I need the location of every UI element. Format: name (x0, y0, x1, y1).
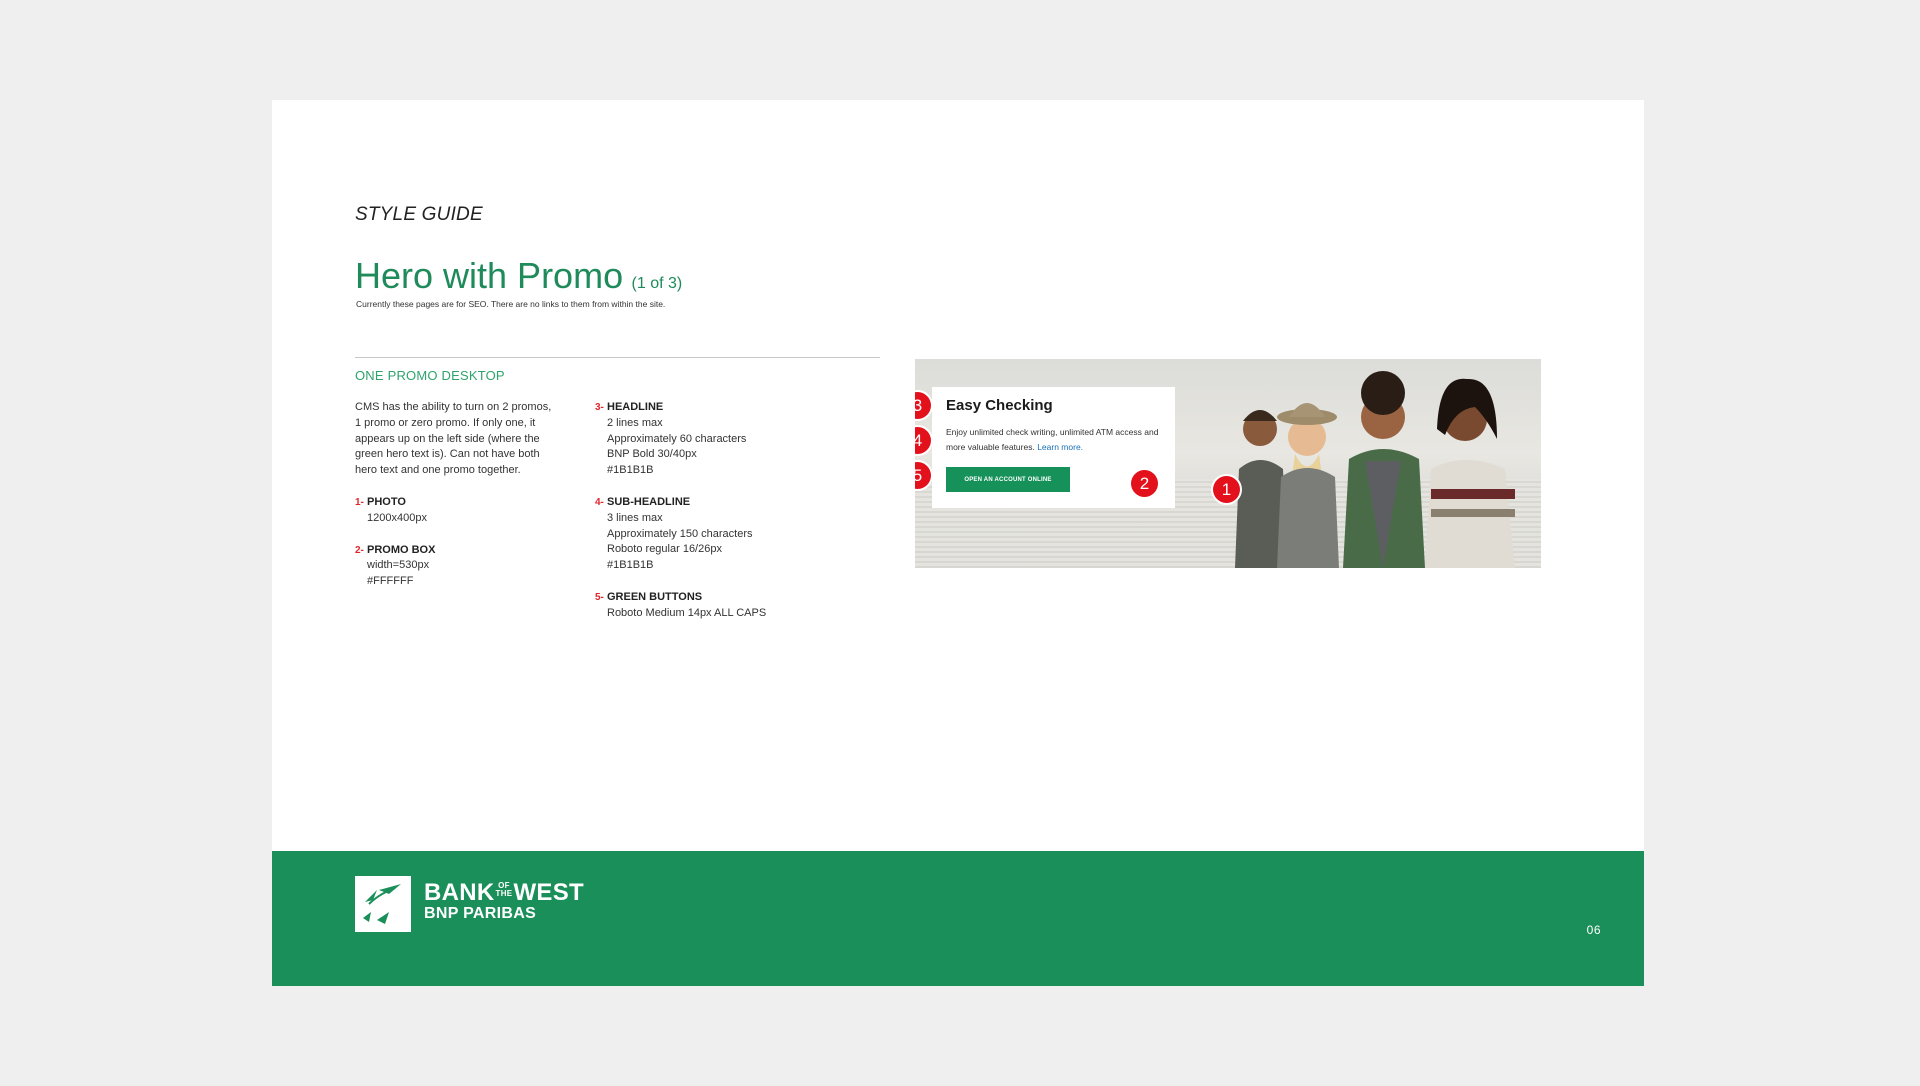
guide-label: STYLE GUIDE (355, 204, 483, 225)
spec-title: PROMO BOX (367, 543, 436, 556)
spec-sub-headline: 4- SUB-HEADLINE 3 lines max Approximatel… (595, 495, 815, 574)
spec-number: 1- (355, 496, 364, 508)
style-guide-page: STYLE GUIDE Hero with Promo (1 of 3) Cur… (272, 100, 1644, 986)
spec-title: SUB-HEADLINE (607, 495, 691, 508)
title-block: Hero with Promo (1 of 3) (355, 255, 682, 297)
spec-line: 3 lines max (607, 511, 663, 524)
hero-photo (1235, 371, 1515, 568)
logo-the: THE (495, 889, 513, 898)
marker-subheadline: 4 (915, 427, 931, 454)
spec-promo-box: 2- PROMO BOX width=530px #FFFFFF (355, 543, 555, 590)
promo-subheadline: Enjoy unlimited check writing, unlimited… (946, 425, 1161, 455)
learn-more-link[interactable]: Learn more. (1037, 442, 1083, 452)
spec-column-right: 3- HEADLINE 2 lines max Approximately 60… (595, 400, 815, 622)
brand-footer: BANK OF THEWEST BNP PARIBAS 06 (272, 851, 1644, 986)
page-title: Hero with Promo (355, 255, 624, 296)
spec-line: BNP Bold 30/40px (607, 448, 697, 461)
page-number: 06 (1586, 923, 1601, 937)
spec-line: 1200x400px (367, 511, 427, 524)
logo-west: WEST (513, 879, 584, 906)
spec-column-left: CMS has the ability to turn on 2 promos,… (355, 400, 555, 590)
spec-line: Roboto Medium 14px ALL CAPS (607, 606, 767, 619)
spec-photo: 1- PHOTO 1200x400px (355, 495, 555, 527)
marker-headline: 3 (915, 392, 931, 419)
spec-line: #FFFFFF (367, 575, 414, 588)
spec-line: #1B1B1B (607, 464, 654, 477)
section-label: ONE PROMO DESKTOP (355, 368, 505, 383)
marker-photo: 1 (1213, 476, 1240, 503)
section-divider (355, 357, 880, 358)
spec-number: 4- (595, 496, 604, 508)
spec-line: width=530px (367, 559, 430, 572)
logo-of-the: OF THE (496, 882, 513, 898)
spec-line: #1B1B1B (607, 559, 654, 572)
spec-number: 2- (355, 544, 364, 556)
open-account-button[interactable]: OPEN AN ACCOUNT ONLINE (946, 467, 1070, 492)
bank-logo-wordmark: BANK OF THEWEST BNP PARIBAS (424, 881, 584, 923)
spec-green-buttons: 5- GREEN BUTTONS Roboto Medium 14px ALL … (595, 590, 815, 622)
spec-title: PHOTO (367, 495, 406, 508)
spec-number: 5- (595, 591, 604, 603)
spec-line: Roboto regular 16/26px (607, 543, 722, 556)
page-title-count: (1 of 3) (631, 275, 683, 292)
hero-mockup: Easy Checking Enjoy unlimited check writ… (915, 359, 1541, 568)
marker-promo-box: 2 (1131, 470, 1158, 497)
logo-bnp-paribas: BNP PARIBAS (424, 905, 537, 922)
intro-paragraph: CMS has the ability to turn on 2 promos,… (355, 401, 552, 477)
spec-title: HEADLINE (607, 401, 664, 413)
logo-bank: BANK (424, 879, 495, 906)
bank-logo-icon (355, 876, 411, 932)
spec-line: Approximately 150 characters (607, 527, 753, 540)
spec-headline: 3- HEADLINE 2 lines max Approximately 60… (595, 400, 815, 479)
seo-note: Currently these pages are for SEO. There… (356, 299, 666, 309)
spec-number: 3- (595, 402, 604, 413)
spec-line: 2 lines max (607, 416, 663, 429)
spec-title: GREEN BUTTONS (607, 590, 703, 603)
promo-headline: Easy Checking (946, 397, 1053, 414)
spec-line: Approximately 60 characters (607, 432, 747, 445)
